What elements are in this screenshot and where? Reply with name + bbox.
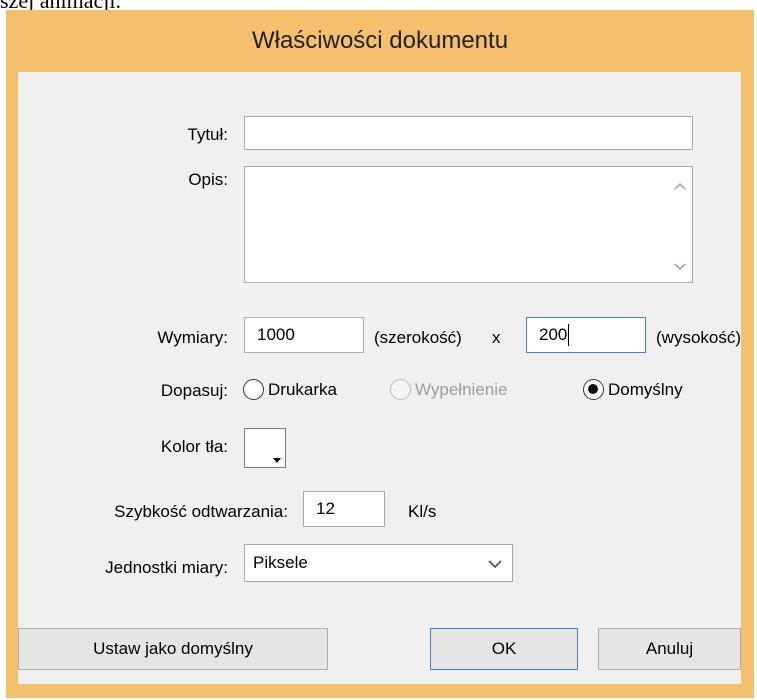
set-as-default-button[interactable]: Ustaw jako domyślny	[18, 628, 328, 670]
dimensions-label: Wymiary:	[157, 328, 228, 347]
units-label: Jednostki miary:	[105, 558, 228, 577]
frame-rate-input[interactable]: 12	[303, 491, 385, 527]
height-input[interactable]: 200	[526, 317, 646, 353]
frame-rate-unit: Kl/s	[408, 502, 437, 521]
height-value: 200	[539, 325, 568, 344]
units-selected-value: Piksele	[253, 553, 308, 572]
scroll-down-icon[interactable]	[674, 260, 686, 272]
scroll-up-icon[interactable]	[674, 181, 686, 193]
cancel-button[interactable]: Anuluj	[598, 628, 741, 670]
radio-button-icon	[390, 379, 411, 400]
fit-label: Dopasuj:	[160, 381, 228, 400]
ok-button[interactable]: OK	[430, 628, 578, 670]
description-scrollbar[interactable]	[668, 167, 692, 282]
description-textarea[interactable]	[244, 166, 693, 283]
fit-option-label: Wypełnienie	[415, 379, 508, 399]
dialog-client-area: Tytuł: Opis: Wymiary: 1000 (szerokość) x…	[18, 72, 741, 684]
width-unit-label: (szerokość)	[374, 328, 462, 347]
height-unit-label: (wysokość)	[656, 328, 742, 347]
radio-button-selected-icon[interactable]	[583, 379, 604, 400]
dropdown-triangle-icon	[273, 458, 281, 463]
width-input[interactable]: 1000	[244, 317, 364, 353]
dialog-title: Właściwości dokumentu	[251, 27, 509, 54]
fit-option-label: Drukarka	[268, 379, 337, 399]
document-properties-dialog: Właściwości dokumentu Tytuł: Opis: Wymia…	[6, 10, 754, 698]
units-select[interactable]: Piksele	[244, 544, 513, 582]
title-input[interactable]	[244, 116, 693, 150]
times-label: x	[492, 328, 501, 347]
text-caret	[568, 324, 570, 346]
background-color-label: Kolor tła:	[160, 437, 228, 456]
chevron-down-icon	[488, 560, 502, 569]
fit-option-fill: Wypełnienie	[390, 379, 507, 400]
fit-option-default[interactable]: Domyślny	[583, 379, 683, 400]
fit-option-printer[interactable]: Drukarka	[243, 379, 337, 400]
radio-button-icon[interactable]	[243, 379, 264, 400]
background-color-picker[interactable]	[244, 428, 286, 468]
fit-option-label: Domyślny	[608, 379, 683, 399]
description-label: Opis:	[188, 170, 228, 189]
dialog-titlebar[interactable]: Właściwości dokumentu	[6, 10, 754, 72]
title-label: Tytuł:	[187, 125, 228, 144]
frame-rate-label: Szybkość odtwarzania:	[114, 502, 288, 521]
